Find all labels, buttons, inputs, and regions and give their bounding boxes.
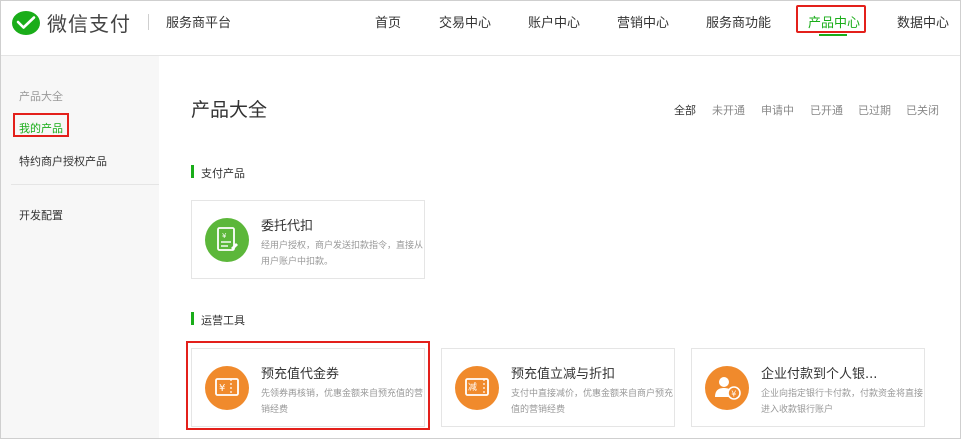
card-title: 企业付款到个人银... bbox=[761, 367, 878, 382]
sidebar-item-dev-config[interactable]: 开发配置 bbox=[19, 207, 63, 223]
active-nav-indicator bbox=[819, 34, 847, 36]
card-description: 经用户授权，商户发送扣款指令，直接从用户账户中扣款。 bbox=[261, 241, 424, 267]
card-description: 支付中直接减价，优惠金额来自商户预充值的营销经费 bbox=[511, 389, 674, 415]
filter-applying[interactable]: 申请中 bbox=[761, 102, 794, 118]
product-card-prepaid-discount[interactable]: 减 预充值立减与折扣 支付中直接减价，优惠金额来自商户预充值的营销经费 bbox=[441, 348, 675, 427]
app-frame: 微信支付 服务商平台 首页 交易中心 账户中心 营销中心 服务商功能 产品中心 … bbox=[0, 0, 961, 439]
highlight-box-card bbox=[186, 341, 430, 430]
filter-expired[interactable]: 已过期 bbox=[858, 102, 891, 118]
sidebar-divider bbox=[11, 184, 159, 185]
product-card-enterprise-payment[interactable]: ¥ 企业付款到个人银... 企业向指定银行卡付款，付款资金将直接进入收款银行账户 bbox=[691, 348, 925, 427]
document-yen-icon: ¥ bbox=[205, 218, 249, 262]
sidebar-item-authorized-products[interactable]: 特约商户授权产品 bbox=[19, 153, 107, 169]
highlight-box-nav bbox=[796, 5, 866, 33]
card-title: 委托代扣 bbox=[261, 219, 314, 234]
discount-glyph: 减 bbox=[468, 383, 478, 393]
filter-opened[interactable]: 已开通 bbox=[810, 102, 843, 118]
nav-item-data-center[interactable]: 数据中心 bbox=[897, 12, 949, 31]
svg-text:¥: ¥ bbox=[222, 232, 227, 240]
nav-item-home[interactable]: 首页 bbox=[375, 12, 401, 31]
person-payment-icon: ¥ bbox=[705, 366, 749, 410]
nav-item-marketing[interactable]: 营销中心 bbox=[617, 12, 669, 31]
card-description: 企业向指定银行卡付款，付款资金将直接进入收款银行账户 bbox=[761, 389, 924, 415]
page-title: 产品大全 bbox=[191, 99, 268, 121]
svg-text:¥: ¥ bbox=[731, 390, 736, 399]
product-card-entrusted-deduction[interactable]: ¥ 委托代扣 经用户授权，商户发送扣款指令，直接从用户账户中扣款。 bbox=[191, 200, 425, 279]
discount-ticket-icon: 减 bbox=[455, 366, 499, 410]
section-label-payment: 支付产品 bbox=[191, 165, 245, 181]
section-label-operations: 运营工具 bbox=[191, 312, 245, 328]
filter-closed[interactable]: 已关闭 bbox=[906, 102, 939, 118]
sidebar-heading[interactable]: 产品大全 bbox=[19, 88, 63, 104]
filter-not-opened[interactable]: 未开通 bbox=[712, 102, 745, 118]
nav-item-service-provider[interactable]: 服务商功能 bbox=[706, 12, 771, 31]
nav-item-account[interactable]: 账户中心 bbox=[528, 12, 580, 31]
nav-item-transactions[interactable]: 交易中心 bbox=[439, 12, 491, 31]
filter-all[interactable]: 全部 bbox=[674, 102, 696, 118]
highlight-box-sidebar bbox=[13, 113, 69, 137]
card-title: 预充值立减与折扣 bbox=[511, 367, 616, 382]
